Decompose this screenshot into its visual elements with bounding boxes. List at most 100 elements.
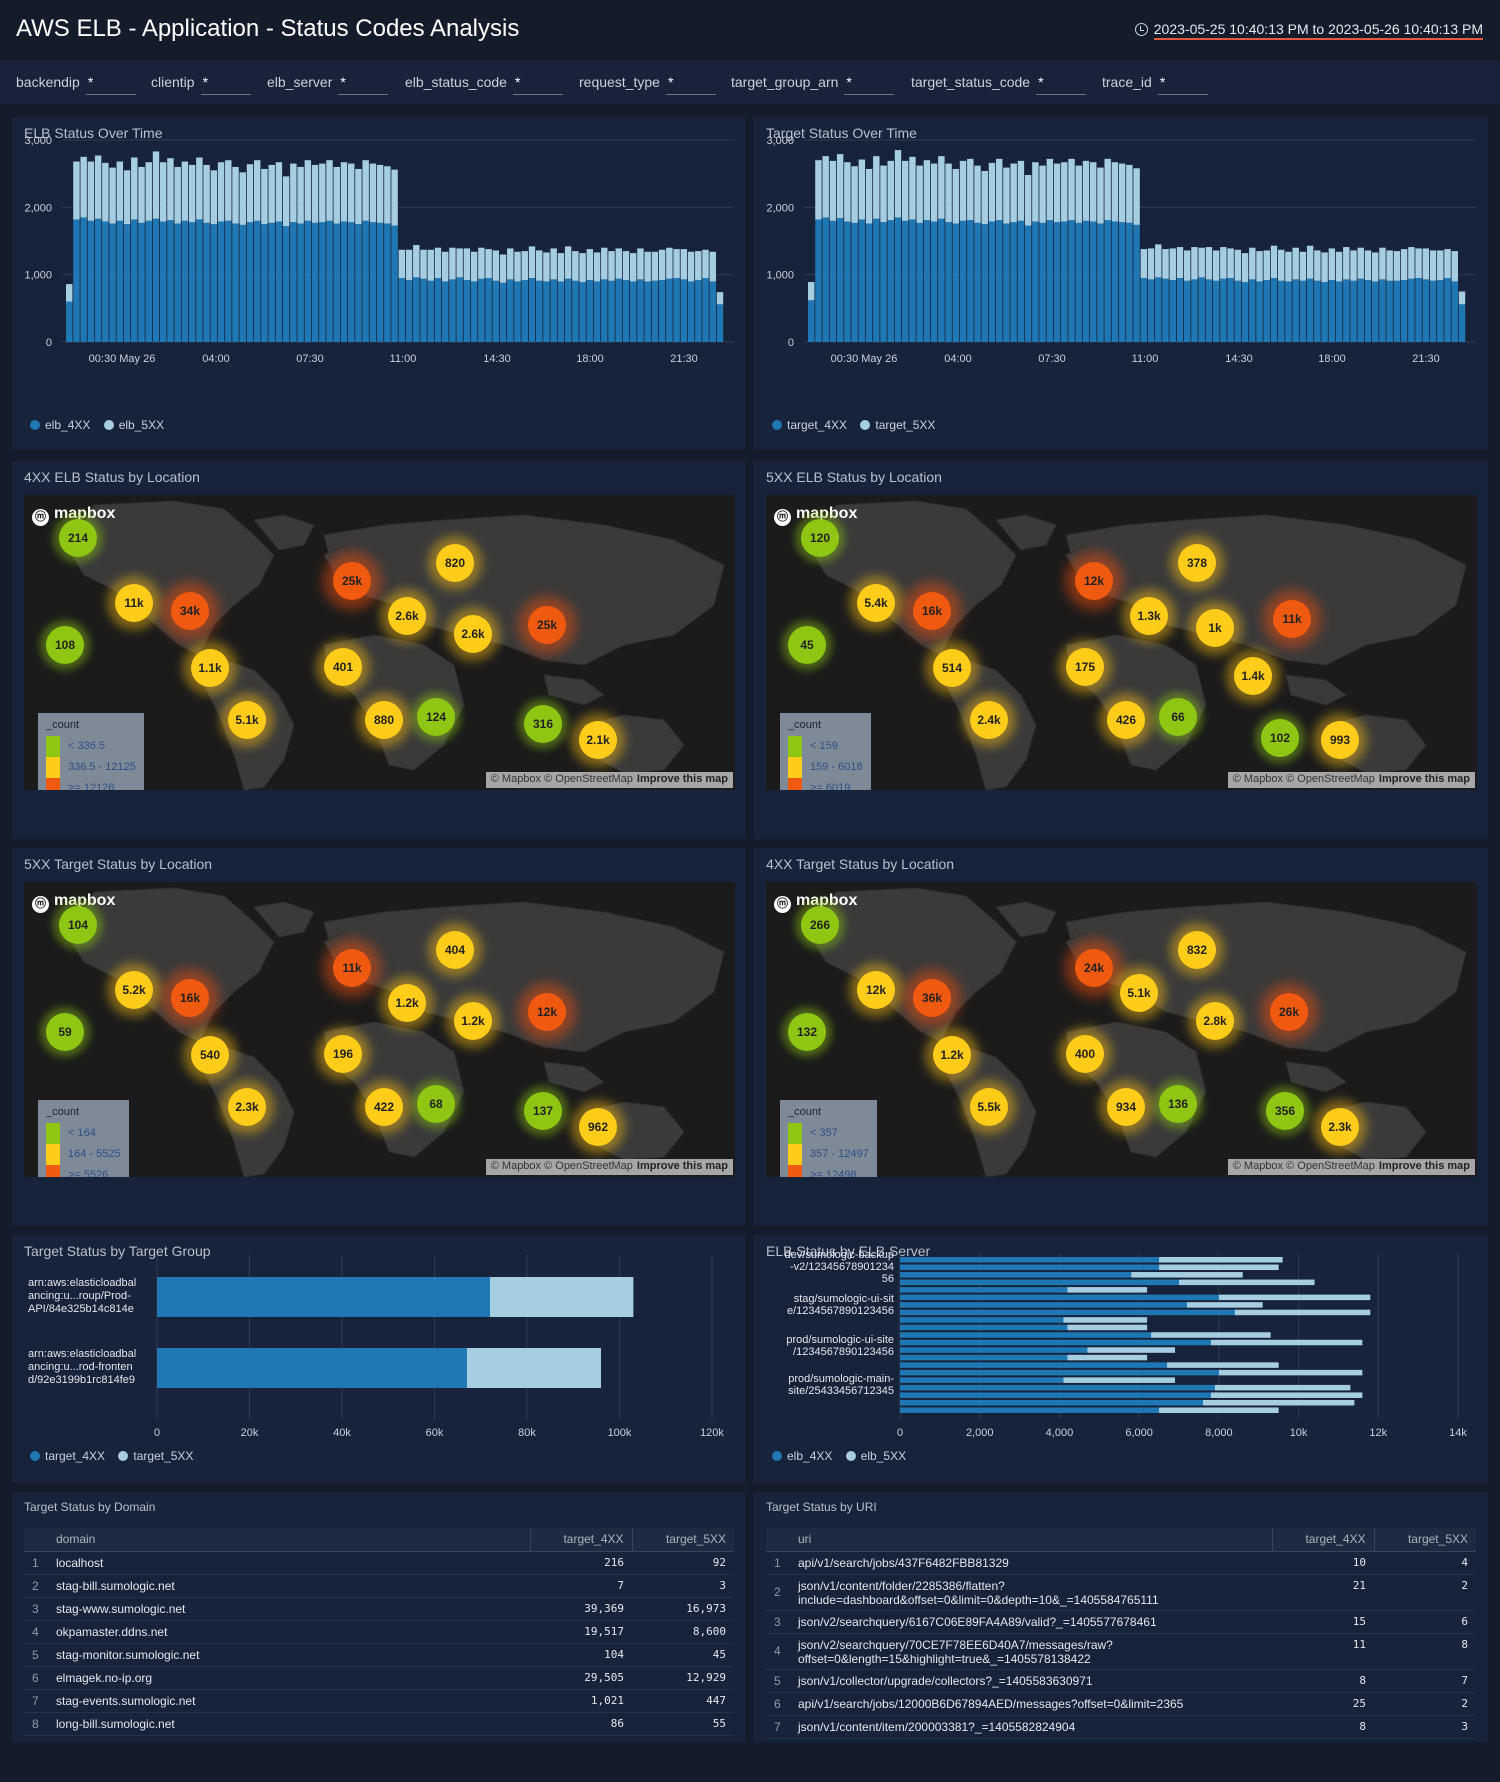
map-cluster-marker[interactable]: 540: [191, 1036, 229, 1074]
improve-map-link[interactable]: Improve this map: [637, 1160, 728, 1172]
map-cluster-marker[interactable]: 120: [801, 519, 839, 557]
table-row[interactable]: 2 json/v1/content/folder/2285386/flatten?…: [766, 1574, 1476, 1611]
map-cluster-marker[interactable]: 2.4k: [970, 701, 1008, 739]
legend-label[interactable]: elb_5XX: [861, 1449, 906, 1463]
table-row[interactable]: 4 okpamaster.ddns.net 19,517 8,600: [24, 1620, 734, 1644]
filter-target-status-code[interactable]: target_status_code *: [911, 74, 1087, 95]
time-range-picker[interactable]: 2023-05-25 10:40:13 PM to 2023-05-26 10:…: [1134, 21, 1483, 40]
map-cluster-marker[interactable]: 1.4k: [1234, 657, 1272, 695]
filter-elb-server[interactable]: elb_server *: [267, 74, 389, 95]
filter-elb-status-code[interactable]: elb_status_code *: [405, 74, 563, 95]
map-cluster-marker[interactable]: 66: [1159, 698, 1197, 736]
table-row[interactable]: 5 stag-monitor.sumologic.net 104 45: [24, 1643, 734, 1667]
map-cluster-marker[interactable]: 124: [417, 698, 455, 736]
map-cluster-marker[interactable]: 1.2k: [933, 1036, 971, 1074]
map-cluster-marker[interactable]: 1.3k: [1130, 597, 1168, 635]
map-cluster-marker[interactable]: 11k: [333, 949, 371, 987]
time-range-label[interactable]: 2023-05-25 10:40:13 PM to 2023-05-26 10:…: [1153, 21, 1483, 40]
map-cluster-marker[interactable]: 993: [1321, 721, 1359, 759]
map-cluster-marker[interactable]: 426: [1107, 701, 1145, 739]
map-cluster-marker[interactable]: 16k: [171, 979, 209, 1017]
map-cluster-marker[interactable]: 5.5k: [970, 1088, 1008, 1126]
filter-value[interactable]: *: [512, 74, 563, 95]
map-cluster-marker[interactable]: 404: [436, 931, 474, 969]
map-cluster-marker[interactable]: 24k: [1075, 949, 1113, 987]
table-row[interactable]: 7 json/v1/content/item/200003381?_=140558…: [766, 1715, 1476, 1739]
map-cluster-marker[interactable]: 11k: [1273, 600, 1311, 638]
map-cluster-marker[interactable]: 1.1k: [191, 649, 229, 687]
map-cluster-marker[interactable]: 59: [46, 1013, 84, 1051]
column-header-target-4xx[interactable]: target_4XX: [1271, 1528, 1374, 1552]
map-4xx-target[interactable]: ⓜ mapbox 266 12k 36k 132 1.2k 5.5k 24k 832 5.1k 2.8…: [766, 882, 1477, 1177]
table-row[interactable]: 3 json/v2/searchquery/6167C06E89FA4A89/va…: [766, 1610, 1476, 1634]
filter-request-type[interactable]: request_type *: [579, 74, 716, 95]
map-cluster-marker[interactable]: 1.2k: [454, 1002, 492, 1040]
table-row[interactable]: 3 stag-www.sumologic.net 39,369 16,973: [24, 1597, 734, 1621]
column-header-target-5xx[interactable]: target_5XX: [631, 1528, 734, 1552]
improve-map-link[interactable]: Improve this map: [1379, 1160, 1470, 1172]
map-cluster-marker[interactable]: 104: [59, 906, 97, 944]
map-cluster-marker[interactable]: 880: [365, 701, 403, 739]
map-cluster-marker[interactable]: 2.3k: [1321, 1108, 1359, 1146]
map-cluster-marker[interactable]: 401: [324, 648, 362, 686]
map-cluster-marker[interactable]: 1.2k: [388, 984, 426, 1022]
filter-clientip[interactable]: clientip *: [151, 74, 251, 95]
table-row[interactable]: 1 api/v1/search/jobs/437F6482FBB81329 10 4: [766, 1551, 1476, 1575]
map-cluster-marker[interactable]: 2.3k: [228, 1088, 266, 1126]
table-row[interactable]: 6 elmagek.no-ip.org 29,505 12,929: [24, 1666, 734, 1690]
legend-label[interactable]: target_4XX: [787, 418, 847, 432]
map-cluster-marker[interactable]: 514: [933, 649, 971, 687]
map-cluster-marker[interactable]: 2.6k: [454, 615, 492, 653]
filter-value[interactable]: *: [338, 74, 389, 95]
table-row[interactable]: 2 stag-bill.sumologic.net 7 3: [24, 1574, 734, 1598]
attribution-text[interactable]: © Mapbox © OpenStreetMap: [1233, 1160, 1375, 1172]
map-cluster-marker[interactable]: 12k: [1075, 562, 1113, 600]
map-cluster-marker[interactable]: 214: [59, 519, 97, 557]
map-attribution[interactable]: © Mapbox © OpenStreetMap Improve this map: [1227, 772, 1475, 788]
map-cluster-marker[interactable]: 25k: [333, 562, 371, 600]
map-cluster-marker[interactable]: 5.1k: [228, 701, 266, 739]
table-row[interactable]: 4 json/v2/searchquery/70CE7F78EE6D40A7/me…: [766, 1633, 1476, 1670]
filter-value[interactable]: *: [200, 74, 251, 95]
attribution-text[interactable]: © Mapbox © OpenStreetMap: [491, 1160, 633, 1172]
column-header-target-5xx[interactable]: target_5XX: [1373, 1528, 1476, 1552]
map-cluster-marker[interactable]: 2.6k: [388, 597, 426, 635]
attribution-text[interactable]: © Mapbox © OpenStreetMap: [491, 773, 633, 785]
map-cluster-marker[interactable]: 266: [801, 906, 839, 944]
map-cluster-marker[interactable]: 68: [417, 1085, 455, 1123]
map-cluster-marker[interactable]: 934: [1107, 1088, 1145, 1126]
map-cluster-marker[interactable]: 1k: [1196, 609, 1234, 647]
table-row[interactable]: 5 json/v1/collector/upgrade/collectors?_=…: [766, 1669, 1476, 1693]
attribution-text[interactable]: © Mapbox © OpenStreetMap: [1233, 773, 1375, 785]
filter-value[interactable]: *: [1036, 74, 1087, 95]
map-cluster-marker[interactable]: 316: [524, 705, 562, 743]
map-cluster-marker[interactable]: 832: [1178, 931, 1216, 969]
map-cluster-marker[interactable]: 196: [324, 1035, 362, 1073]
table-row[interactable]: 6 api/v1/search/jobs/12000B6D67894AED/mes…: [766, 1692, 1476, 1716]
map-cluster-marker[interactable]: 102: [1261, 719, 1299, 757]
map-attribution[interactable]: © Mapbox © OpenStreetMap Improve this map: [485, 1159, 733, 1175]
column-header-uri[interactable]: uri: [790, 1528, 1272, 1552]
map-cluster-marker[interactable]: 137: [524, 1092, 562, 1130]
map-cluster-marker[interactable]: 2.1k: [579, 721, 617, 759]
map-5xx-target[interactable]: ⓜ mapbox 104 5.2k 16k 59 540 2.3k 11k 404 1.2k 1.2k…: [24, 882, 735, 1177]
map-cluster-marker[interactable]: 400: [1066, 1035, 1104, 1073]
column-header-domain[interactable]: domain: [48, 1528, 530, 1552]
map-cluster-marker[interactable]: 5.1k: [1120, 974, 1158, 1012]
map-cluster-marker[interactable]: 11k: [115, 584, 153, 622]
improve-map-link[interactable]: Improve this map: [637, 773, 728, 785]
map-cluster-marker[interactable]: 962: [579, 1108, 617, 1146]
filter-trace-id[interactable]: trace_id *: [1102, 74, 1208, 95]
map-cluster-marker[interactable]: 2.8k: [1196, 1002, 1234, 1040]
filter-value[interactable]: *: [665, 74, 716, 95]
map-cluster-marker[interactable]: 136: [1159, 1085, 1197, 1123]
map-cluster-marker[interactable]: 25k: [528, 606, 566, 644]
map-cluster-marker[interactable]: 34k: [171, 592, 209, 630]
filter-target-group-arn[interactable]: target_group_arn *: [731, 74, 895, 95]
map-5xx-elb[interactable]: ⓜ mapbox 120 5.4k 16k 45 514 2.4k 12k 378 1.3k 1k 11…: [766, 495, 1477, 790]
map-cluster-marker[interactable]: 5.2k: [115, 971, 153, 1009]
map-attribution[interactable]: © Mapbox © OpenStreetMap Improve this map: [1227, 1159, 1475, 1175]
table-row[interactable]: 7 stag-events.sumologic.net 1,021 447: [24, 1689, 734, 1713]
legend-label[interactable]: elb_4XX: [787, 1449, 832, 1463]
legend-label[interactable]: elb_5XX: [119, 418, 164, 432]
